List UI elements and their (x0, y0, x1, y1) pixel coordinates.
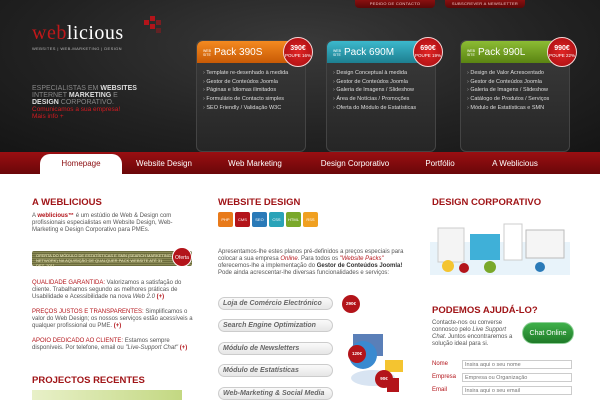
service-newsletters[interactable]: Módulo de Newsletters (218, 342, 333, 355)
projects-thumbnail[interactable] (32, 390, 182, 400)
service-ecommerce[interactable]: Loja de Comércio Electrónico (218, 297, 333, 310)
more-link[interactable]: (+) (157, 294, 165, 300)
offer-banner[interactable]: OFERTA DO MÓDULO DE ESTATÍSTICAS E SMN (… (32, 251, 192, 268)
price-badge: 690€ POUPE 19% (413, 37, 443, 67)
more-link[interactable]: (+) (180, 345, 188, 351)
business-card-icon (525, 229, 565, 259)
site-header: PEDIDO DE CONTACTO SUBSCREVER A NEWSLETT… (0, 0, 600, 152)
support-text: APOIO DEDICADO AO CLIENTE: Estamos sempr… (32, 338, 188, 351)
php-icon: PHP (218, 212, 233, 227)
more-link[interactable]: (+) (114, 323, 122, 329)
contact-request-button[interactable]: PEDIDO DE CONTACTO (355, 0, 435, 8)
corporate-design-illustration[interactable] (430, 210, 570, 275)
price-badge-ecommerce: 290€ (342, 295, 360, 313)
website-design-title: WEBSITE DESIGN (218, 197, 301, 208)
help-text: Contacte-nos ou converse connosco pelo L… (432, 320, 513, 347)
html-icon: HTML (286, 212, 301, 227)
pack-feature-list: Design Conceptual à medidaGestor de Cont… (333, 69, 416, 113)
cms-icon: CMS (235, 212, 250, 227)
about-intro: A weblicious™ é um estúdio de Web & Desi… (32, 213, 173, 233)
folder-icon (437, 227, 465, 263)
seo-icon: SEO (252, 212, 267, 227)
main-nav: Homepage Website Design Web Marketing De… (0, 152, 600, 174)
projects-title: PROJECTOS RECENTES (32, 375, 145, 386)
email-input[interactable] (462, 386, 572, 395)
price-badge-statistics: 90€ (375, 370, 393, 388)
name-label: Nome (432, 361, 449, 367)
about-title: A WEBLICIOUS (32, 197, 102, 208)
offer-badge: Oferta (172, 247, 192, 267)
tech-icons: PHP CMS SEO CSS HTML RSS (218, 212, 318, 227)
company-input[interactable] (462, 373, 572, 382)
service-web-marketing[interactable]: Web-Marketing & Social Media (218, 387, 333, 400)
service-statistics[interactable]: Módulo de Estatísticas (218, 364, 333, 377)
quality-text: QUALIDADE GARANTIDA: Valorizamos a satis… (32, 280, 182, 300)
tab-a-weblicious[interactable]: A Weblicious (480, 154, 550, 174)
logo-wordmark: weblicious (32, 22, 124, 44)
tab-web-marketing[interactable]: Web Marketing (210, 154, 300, 174)
tab-website-design[interactable]: Website Design (124, 154, 204, 174)
more-info-link[interactable]: Mais info + (32, 113, 64, 120)
pack-990l[interactable]: WEB SITEPack 990L 990€POUPE 22% Design d… (460, 37, 577, 152)
name-input[interactable] (462, 360, 572, 369)
newsletter-subscribe-button[interactable]: SUBSCREVER A NEWSLETTER (445, 0, 525, 8)
service-seo[interactable]: Search Engine Optimization (218, 319, 333, 332)
top-buttons: PEDIDO DE CONTACTO SUBSCREVER A NEWSLETT… (355, 0, 525, 8)
pack-690m[interactable]: WEB SITEPack 690M 690€POUPE 19% Design C… (326, 37, 443, 152)
css-icon: CSS (269, 212, 284, 227)
price-badge: 990€ POUPE 22% (547, 37, 577, 67)
email-label: Email (432, 387, 448, 393)
pack-feature-list: Design de Valor AcrescentadoGestor de Co… (467, 69, 549, 113)
brochure-icon (470, 234, 500, 260)
rss-icon: RSS (303, 212, 318, 227)
price-badge-newsletters: 120€ (348, 345, 366, 363)
price-badge: 390€ POUPE 16% (283, 37, 313, 67)
chat-online-button[interactable]: Chat Online (522, 322, 574, 344)
tab-homepage[interactable]: Homepage (40, 154, 122, 174)
website-description: Apresentamos-lhe estes planos pré-defini… (218, 249, 404, 276)
logo[interactable]: weblicious WEBSITES | WEB-MARKETING | DE… (32, 16, 161, 51)
flyer-icon (503, 223, 523, 261)
form-row-company: Empresa (432, 373, 572, 383)
company-label: Empresa (432, 374, 457, 380)
help-title: PODEMOS AJUDÁ-LO? (432, 305, 538, 316)
pack-390s[interactable]: WEB SITEPack 390S 390€POUPE 16% Template… (196, 37, 313, 152)
form-row-email: Email (432, 386, 572, 396)
pack-feature-list: Template re-desenhado à medidaGestor de … (203, 69, 288, 113)
tab-design-corporativo[interactable]: Design Corporativo (305, 154, 405, 174)
tab-portfolio[interactable]: Portfólio (410, 154, 470, 174)
prices-text: PREÇOS JUSTOS E TRANSPARENTES: Simplific… (32, 309, 193, 329)
form-row-name: Nome (432, 360, 572, 370)
tagline: ESPECIALISTAS EM WEBSITES INTERNET MARKE… (32, 85, 137, 120)
logo-subtitle: WEBSITES | WEB-MARKETING | DESIGN (32, 46, 122, 51)
design-corporativo-title: DESIGN CORPORATIVO (432, 197, 542, 208)
services-illustration (349, 334, 403, 392)
